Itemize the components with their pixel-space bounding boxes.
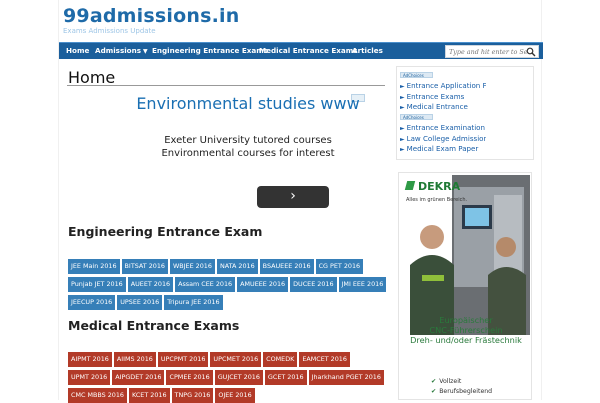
nav-admissions-label: Admissions (95, 46, 142, 55)
sidebar-link-label: Entrance Application F (406, 81, 486, 90)
dekra-bullets: ✔ Vollzeit ✔ Berufsbegleitend (431, 377, 492, 397)
nav-medical-entrance-exams[interactable]: Medical Entrance Exams (259, 43, 358, 60)
dekra-ad[interactable]: DEKRA Alles im grünen Bereich. Europäisc… (398, 172, 532, 400)
exam-tag[interactable]: DUCEE 2016 (290, 277, 337, 292)
exam-tag[interactable]: TNPG 2016 (171, 388, 214, 403)
exam-tag[interactable]: KCET 2016 (129, 388, 170, 403)
arrow-right-icon: ► (400, 94, 405, 101)
dekra-bullet-label: Berufsbegleitend (439, 388, 493, 395)
search-input[interactable] (449, 47, 529, 57)
check-icon: ✔ (431, 378, 437, 385)
sidebar-link[interactable]: ► Medical Entrance (400, 102, 486, 111)
sidebar-link[interactable]: ► Law College Admission (400, 134, 486, 143)
sidebar-link[interactable]: ► Medical Exam Paper (400, 144, 486, 153)
medical-tag-row-3: CMC MBBS 2016 KCET 2016 TNPG 2016 OJEE 2016 (68, 382, 257, 403)
ad-next-button[interactable]: › (257, 186, 329, 208)
adchoices-label[interactable]: AdChoices (400, 72, 433, 78)
engineering-tag-row-3: JEECUP 2016 UPSEE 2016 Tripura JEE 2016 (68, 289, 225, 310)
exam-tag[interactable]: CMC MBBS 2016 (68, 388, 127, 403)
main-nav: Home Admissions ▼ Engineering Entrance Ex… (59, 42, 543, 59)
adchoices-label[interactable]: AdChoices (400, 114, 433, 120)
title-divider (67, 85, 385, 86)
site-title[interactable]: 99admissions.in (63, 5, 239, 27)
page-frame: 99admissions.in Exams Admissions Update … (58, 0, 543, 403)
ad-banner[interactable]: Environmental studies www Exeter Univers… (131, 94, 365, 214)
sidebar-link[interactable]: ► Entrance Exams (400, 92, 486, 101)
exam-tag[interactable]: Tripura JEE 2016 (164, 295, 223, 310)
exam-tag[interactable]: JMI EEE 2016 (338, 277, 387, 292)
sidebar-link-ads: AdChoices ► Entrance Application F ► Entra… (396, 66, 534, 160)
dekra-bullet-label: Vollzeit (439, 378, 462, 385)
dekra-bullet: ✔ Vollzeit (431, 377, 492, 387)
exam-tag[interactable]: JEECUP 2016 (68, 295, 116, 310)
arrow-right-icon: ► (400, 83, 405, 90)
sidebar-link-label: Law College Admission (406, 134, 486, 143)
dekra-bullet: ✔ Berufsbegleitend (431, 387, 492, 397)
arrow-right-icon: ► (400, 104, 405, 111)
ad-photo: DEKRA Alles im grünen Bereich. (402, 175, 530, 335)
sidebar-link-label: Medical Exam Paper (406, 144, 479, 153)
nav-home[interactable]: Home (66, 43, 89, 60)
sidebar-link[interactable]: ► Entrance Application F (400, 81, 486, 90)
exam-tag[interactable]: GCET 2016 (264, 370, 307, 385)
site-tagline: Exams Admissions Update (63, 27, 156, 35)
nav-engineering-entrance-exams[interactable]: Engineering Entrance Exams (152, 43, 268, 60)
caret-down-icon: ▼ (143, 48, 148, 55)
medical-tag-row-1: AIPMT 2016 AIIMS 2016 UPCPMT 2016 UPCMET 20… (68, 346, 352, 367)
sidebar-link[interactable]: ► Entrance Examination (400, 123, 486, 132)
engineering-tag-row-2: Punjab JET 2016 AUEET 2016 Assam CEE 2016 A… (68, 271, 388, 292)
arrow-right-icon: ► (400, 146, 405, 153)
nav-articles[interactable]: Articles (352, 43, 383, 60)
exam-tag[interactable]: OJEE 2016 (215, 388, 255, 403)
sidebar-link-label: Medical Entrance (406, 102, 468, 111)
arrow-right-icon: ► (400, 125, 405, 132)
engineering-section-title: Engineering Entrance Exam (68, 224, 263, 239)
nav-admissions[interactable]: Admissions ▼ (95, 43, 148, 60)
exam-tag[interactable]: Jharkhand PGET 2016 (308, 370, 384, 385)
sidebar-link-label: Entrance Exams (406, 92, 465, 101)
ad-body: Exeter University tutored courses Enviro… (161, 135, 335, 159)
medical-tag-row-2: UPMT 2016 AIPGDET 2016 CPMEE 2016 GUJCET 20… (68, 364, 386, 385)
ad-headline[interactable]: Environmental studies www (131, 94, 365, 113)
exam-tag[interactable]: AMUEEE 2016 (237, 277, 289, 292)
dekra-copy: Europäischer CNC-Führerschein Dreh- und/… (399, 315, 531, 345)
search-icon[interactable] (526, 47, 536, 57)
search-box (445, 45, 539, 58)
exam-tag[interactable]: UPSEE 2016 (117, 295, 163, 310)
engineering-tag-row-1: JEE Main 2016 BITSAT 2016 WBJEE 2016 NATA 2… (68, 253, 365, 274)
arrow-right-icon: ► (400, 136, 405, 143)
dekra-slogan: Alles im grünen Bereich. (406, 197, 468, 203)
dekra-copy-line: CNC-Führerschein (429, 325, 503, 335)
sidebar-link-label: Entrance Examination (406, 123, 486, 132)
medical-section-title: Medical Entrance Exams (68, 318, 240, 333)
dekra-copy-line: Dreh- und/oder Frästechnik (410, 335, 522, 345)
check-icon: ✔ (431, 388, 437, 395)
dekra-logo-text: DEKRA (418, 180, 461, 193)
dekra-copy-line: Europäischer (439, 315, 493, 325)
